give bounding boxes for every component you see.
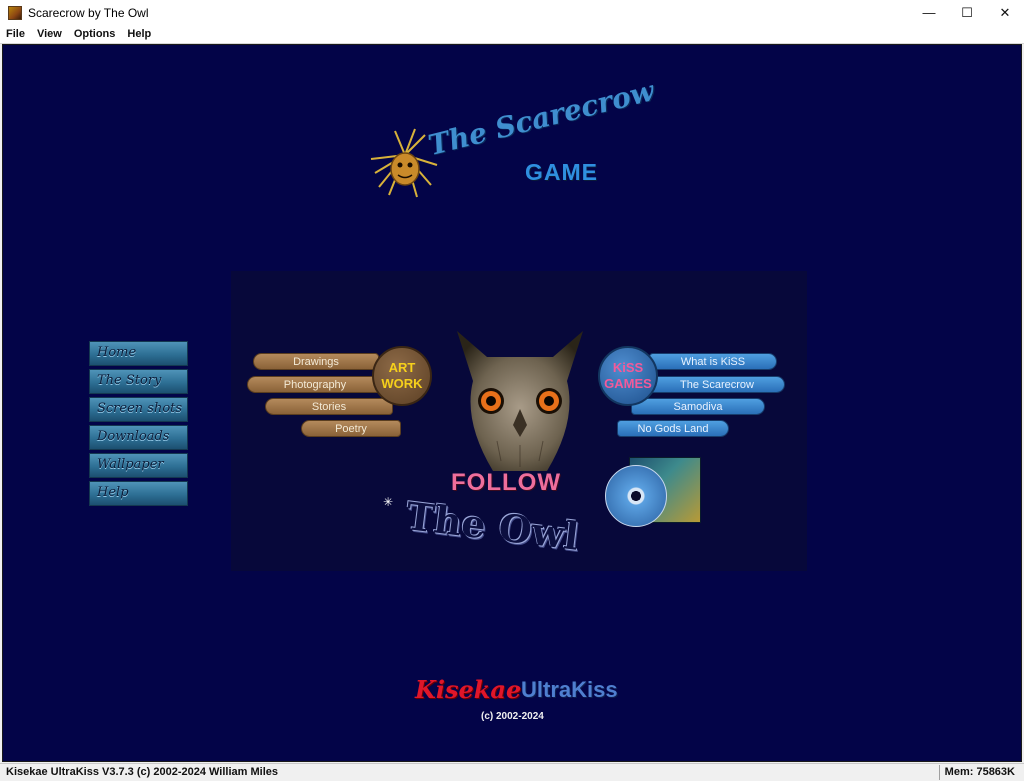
- art-stories[interactable]: Stories: [265, 398, 393, 415]
- cd-disc-icon[interactable]: [605, 465, 667, 527]
- the-owl-text: The Owl: [403, 493, 582, 559]
- kiss-bubble-line2: GAMES: [604, 376, 652, 391]
- menu-view[interactable]: View: [31, 28, 68, 40]
- game-stage: The Scarecrow GAME Home The Story Screen…: [2, 44, 1022, 762]
- menu-bar: File View Options Help: [0, 25, 1024, 44]
- status-text: Kisekae UltraKiss V3.7.3 (c) 2002-2024 W…: [6, 766, 278, 778]
- art-work-bubble[interactable]: ART WORK: [372, 346, 432, 406]
- art-bubble-line1: ART: [388, 360, 416, 375]
- kisekae-logo: Kisekae: [415, 675, 522, 704]
- nav-screen-shots[interactable]: Screen shots: [89, 397, 188, 422]
- art-poetry[interactable]: Poetry: [301, 420, 401, 437]
- menu-help[interactable]: Help: [121, 28, 157, 40]
- side-nav: Home The Story Screen shots Downloads Wa…: [89, 341, 189, 509]
- menu-file[interactable]: File: [0, 28, 31, 40]
- close-button[interactable]: ✕: [986, 0, 1024, 25]
- status-bar: Kisekae UltraKiss V3.7.3 (c) 2002-2024 W…: [0, 763, 1024, 781]
- art-drawings[interactable]: Drawings: [253, 353, 379, 370]
- kiss-games-bubble[interactable]: KiSS GAMES: [598, 346, 658, 406]
- art-photography[interactable]: Photography: [247, 376, 383, 393]
- title-bar[interactable]: Scarecrow by The Owl — ☐ ✕: [0, 0, 1024, 25]
- owl-icon: [457, 331, 583, 471]
- kiss-bubble-line1: KiSS: [612, 360, 644, 375]
- scarecrow-logo[interactable]: The Scarecrow GAME: [365, 74, 657, 205]
- nav-downloads[interactable]: Downloads: [89, 425, 188, 450]
- nav-home[interactable]: Home: [89, 341, 188, 366]
- art-bubble-line2: WORK: [381, 376, 423, 391]
- app-icon: [8, 5, 22, 20]
- ultrakiss-logo: UltraKiss: [521, 677, 618, 702]
- logo-title: The Scarecrow: [425, 74, 658, 162]
- cursor-sparkle-icon: ✳: [383, 495, 394, 509]
- minimize-button[interactable]: —: [910, 0, 948, 25]
- footer-copyright: (c) 2002-2024: [481, 711, 544, 722]
- kiss-samodiva[interactable]: Samodiva: [631, 398, 765, 415]
- memory-readout: Mem: 75863K: [938, 765, 1020, 780]
- follow-text: FOLLOW: [451, 469, 561, 496]
- nav-help[interactable]: Help: [89, 481, 188, 506]
- nav-the-story[interactable]: The Story: [89, 369, 188, 394]
- kiss-what-is-kiss[interactable]: What is KiSS: [649, 353, 777, 370]
- kiss-no-gods-land[interactable]: No Gods Land: [617, 420, 729, 437]
- maximize-button[interactable]: ☐: [948, 0, 986, 25]
- app-window: Scarecrow by The Owl — ☐ ✕ File View Opt…: [0, 0, 1024, 781]
- window-title: Scarecrow by The Owl: [28, 5, 149, 20]
- menu-options[interactable]: Options: [68, 28, 122, 40]
- window-controls: — ☐ ✕: [910, 0, 1024, 25]
- kiss-the-scarecrow[interactable]: The Scarecrow: [649, 376, 785, 393]
- owl-panel: Drawings Photography Stories Poetry ART …: [231, 271, 807, 571]
- nav-wallpaper[interactable]: Wallpaper: [89, 453, 188, 478]
- logo-subtitle: GAME: [525, 159, 598, 185]
